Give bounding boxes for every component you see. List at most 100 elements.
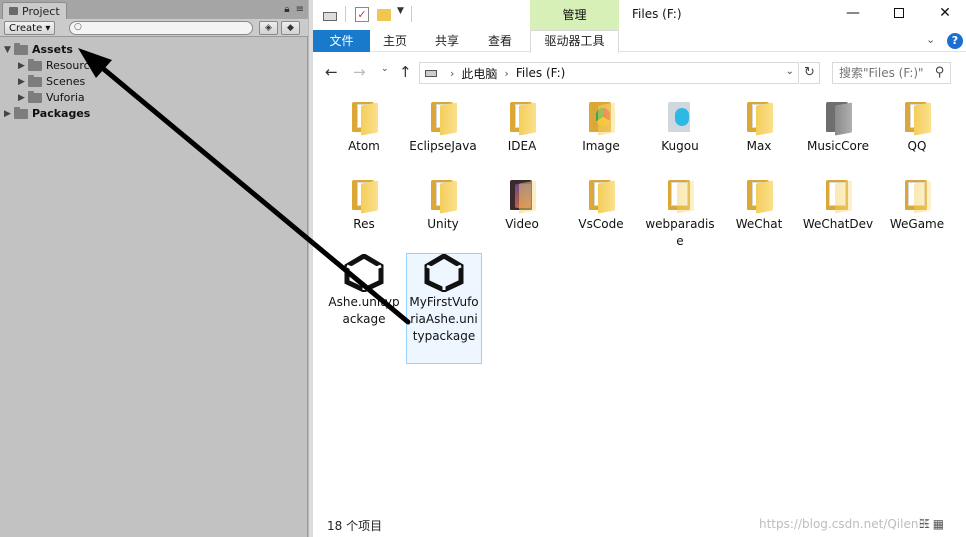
- collapsed-triangle-icon[interactable]: ▶: [18, 93, 28, 103]
- breadcrumb-separator-icon[interactable]: ›: [504, 67, 508, 80]
- watermark: https://blog.csdn.net/QileniK: [759, 517, 930, 531]
- close-button[interactable]: ✕: [922, 0, 966, 28]
- tab-share[interactable]: 共享: [435, 30, 459, 52]
- file-item-video[interactable]: Video: [484, 178, 560, 233]
- file-item-wechatdev[interactable]: WeChatDev: [800, 178, 876, 233]
- folder-icon: [28, 58, 42, 71]
- tree-item-resources[interactable]: ▶ Resources: [18, 58, 102, 73]
- file-item-label: EclipseJava: [409, 139, 477, 153]
- folder-icon: [349, 178, 379, 214]
- menu-icon[interactable]: ≡: [296, 4, 304, 15]
- search-icon: ⚲: [935, 65, 945, 80]
- tab-drive-tools[interactable]: 驱动器工具: [530, 30, 619, 53]
- filter-by-label-button[interactable]: ◆: [281, 21, 300, 35]
- properties-icon[interactable]: ✓: [355, 7, 369, 22]
- expand-ribbon-icon[interactable]: ⌄: [926, 33, 935, 46]
- collapsed-triangle-icon[interactable]: ▶: [18, 61, 28, 71]
- recent-locations-icon[interactable]: ⌄: [381, 64, 389, 74]
- file-item-webparadise[interactable]: webparadise: [642, 178, 718, 250]
- file-item-label: Unity: [427, 217, 459, 231]
- drive-icon: [425, 69, 437, 77]
- status-bar: 18 个项目 https://blog.csdn.net/QileniK ☷▦: [313, 505, 966, 537]
- folder-kugou-icon: [665, 100, 695, 134]
- filter-by-type-button[interactable]: ◈: [259, 21, 278, 35]
- file-item-wegame[interactable]: WeGame: [879, 178, 955, 233]
- manage-context-tab[interactable]: 管理: [530, 0, 619, 30]
- folder-icon: [744, 178, 774, 214]
- unity-tab-bar: Project 🔒︎ ≡: [0, 0, 308, 19]
- tree-item-scenes[interactable]: ▶ Scenes: [18, 74, 85, 89]
- file-item-label: WeChatDev: [802, 217, 874, 231]
- breadcrumb-current[interactable]: Files (F:): [516, 66, 566, 80]
- unity-project-toolbar: Create ▾ ○ ◈ ◆: [0, 19, 308, 37]
- tree-item-packages[interactable]: ▶ Packages: [4, 106, 90, 121]
- tree-item-label: Vuforia: [46, 91, 85, 104]
- search-input[interactable]: [833, 63, 933, 83]
- folder-chrome-icon: [586, 100, 616, 136]
- tree-item-assets[interactable]: ▼ Assets: [4, 42, 73, 57]
- file-item-eclipsejava[interactable]: EclipseJava: [405, 100, 481, 155]
- file-item-label: MusicCore: [807, 139, 869, 153]
- file-item-qq[interactable]: QQ: [879, 100, 955, 155]
- tree-item-label: Scenes: [46, 75, 86, 88]
- unity-icon: [424, 254, 464, 292]
- file-item-label: Ashe.unitypackage: [328, 295, 400, 326]
- tab-options: 🔒︎ ≡: [284, 4, 304, 15]
- file-grid: Atom EclipseJava IDEA Image Kugou Max Mu…: [313, 90, 966, 505]
- file-item-wechat[interactable]: WeChat: [721, 178, 797, 233]
- create-button-label: Create: [9, 23, 43, 34]
- tree-item-vuforia[interactable]: ▶ Vuforia: [18, 90, 85, 105]
- refresh-button[interactable]: ↻: [800, 62, 820, 84]
- folder-icon: [349, 100, 379, 136]
- project-tab-icon: [9, 7, 18, 15]
- quick-access-dropdown-icon[interactable]: ▼: [397, 6, 404, 16]
- create-button[interactable]: Create ▾: [4, 21, 56, 35]
- file-item-atom[interactable]: Atom: [326, 100, 402, 155]
- breadcrumb-separator-icon[interactable]: ›: [450, 67, 454, 80]
- folder-docs-icon: [902, 178, 932, 214]
- folder-icon: [744, 100, 774, 136]
- folder-icon: [428, 178, 458, 214]
- address-dropdown-icon[interactable]: ⌄: [786, 66, 794, 77]
- unity-icon: [344, 254, 384, 292]
- up-arrow-icon[interactable]: ↑: [399, 63, 412, 81]
- address-bar[interactable]: › 此电脑 › Files (F:) ⌄: [419, 62, 799, 84]
- file-item-idea[interactable]: IDEA: [484, 100, 560, 155]
- search-box[interactable]: ⚲: [832, 62, 951, 84]
- new-folder-icon[interactable]: [377, 9, 391, 21]
- file-item-ashe-unitypackage[interactable]: Ashe.unitypackage: [326, 254, 402, 328]
- project-tab[interactable]: Project: [2, 2, 67, 19]
- minimize-button[interactable]: —: [830, 0, 876, 28]
- expanded-triangle-icon[interactable]: ▼: [4, 45, 14, 55]
- file-item-myfirstvuforiaashe-unitypackage[interactable]: MyFirstVuforiaAshe.unitypackage: [406, 253, 482, 364]
- forward-arrow-icon[interactable]: →: [353, 63, 366, 81]
- file-item-kugou[interactable]: Kugou: [642, 100, 718, 155]
- tab-home[interactable]: 主页: [383, 30, 407, 52]
- lock-icon[interactable]: 🔒︎: [284, 4, 289, 15]
- tab-file[interactable]: 文件: [313, 30, 370, 52]
- help-icon[interactable]: ?: [947, 33, 963, 49]
- maximize-icon: [894, 8, 904, 18]
- file-item-label: MyFirstVuforiaAshe.unitypackage: [409, 295, 479, 343]
- file-item-label: Kugou: [661, 139, 699, 153]
- view-mode-icons[interactable]: ☷▦: [919, 517, 947, 531]
- file-item-vscode[interactable]: VsCode: [563, 178, 639, 233]
- drive-icon[interactable]: [323, 12, 337, 21]
- folder-icon: [28, 74, 42, 87]
- tab-view[interactable]: 查看: [488, 30, 512, 52]
- folder-icon: [14, 106, 28, 119]
- file-item-res[interactable]: Res: [326, 178, 402, 233]
- file-item-musiccore[interactable]: MusicCore: [800, 100, 876, 155]
- folder-docs-icon: [823, 178, 853, 214]
- project-search-input[interactable]: [69, 21, 253, 35]
- file-item-image[interactable]: Image: [563, 100, 639, 155]
- file-item-unity[interactable]: Unity: [405, 178, 481, 233]
- collapsed-triangle-icon[interactable]: ▶: [18, 77, 28, 87]
- breadcrumb-this-pc[interactable]: 此电脑: [461, 65, 497, 82]
- back-arrow-icon[interactable]: ←: [325, 63, 338, 81]
- maximize-button[interactable]: [876, 0, 922, 28]
- search-icon: ○: [74, 22, 82, 32]
- toolbar-separator: [345, 6, 346, 22]
- collapsed-triangle-icon[interactable]: ▶: [4, 109, 14, 119]
- file-item-max[interactable]: Max: [721, 100, 797, 155]
